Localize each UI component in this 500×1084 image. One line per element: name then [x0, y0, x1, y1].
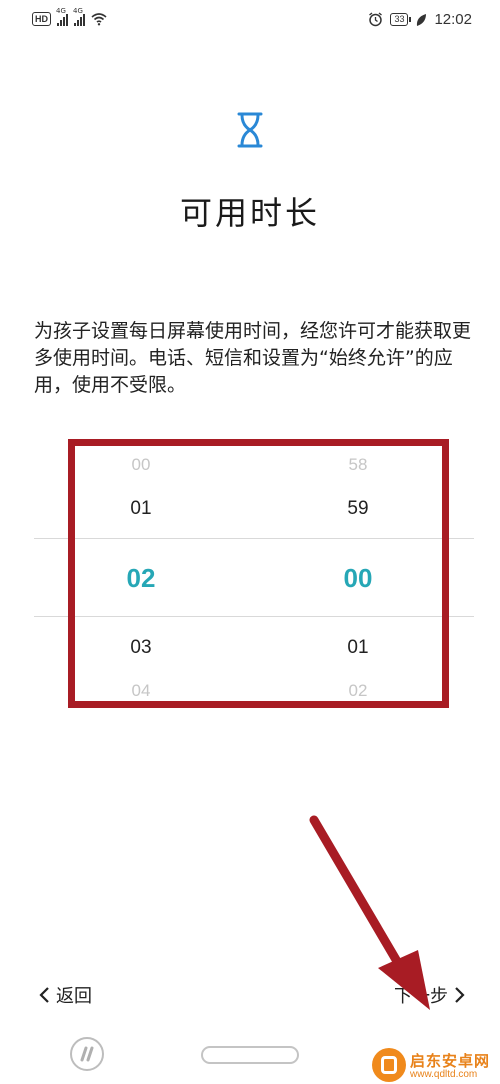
chevron-left-icon: [39, 987, 49, 1003]
hourglass-icon: [237, 112, 263, 148]
status-left: HD 4G 4G: [32, 7, 107, 26]
annotation-highlight-box: [68, 439, 449, 708]
watermark: 启东安卓网 www.qdltd.com: [372, 1048, 500, 1084]
page-title: 可用时长: [179, 194, 320, 232]
alarm-icon: [369, 12, 383, 27]
watermark-url: www.qdltd.com: [410, 1069, 478, 1080]
next-label: 下一步: [394, 986, 448, 1007]
clock: 12:02: [434, 11, 472, 28]
status-bar: HD 4G 4G 33 12:02: [0, 0, 500, 44]
battery-icon: 33: [390, 13, 412, 26]
page-description: 为孩子设置每日屏幕使用时间，经您许可才能获取更多使用时间。电话、短信和设置为“始…: [34, 320, 472, 396]
signal-sim2-icon: 4G: [73, 7, 85, 26]
assistant-icon[interactable]: [70, 1037, 104, 1071]
watermark-logo-icon: [372, 1048, 406, 1082]
next-button[interactable]: 下一步: [394, 982, 466, 1008]
hd-volte-icon: HD: [32, 12, 51, 26]
watermark-name: 启东安卓网: [410, 1052, 491, 1070]
back-label: 返回: [56, 986, 92, 1007]
signal-sim1-icon: 4G: [56, 7, 68, 26]
leaf-icon: [417, 13, 427, 26]
chevron-right-icon: [455, 987, 465, 1003]
back-button[interactable]: 返回: [38, 982, 92, 1008]
status-right: 33 12:02: [368, 11, 472, 28]
wifi-icon: [91, 13, 107, 26]
home-gesture-bar[interactable]: [201, 1046, 299, 1064]
